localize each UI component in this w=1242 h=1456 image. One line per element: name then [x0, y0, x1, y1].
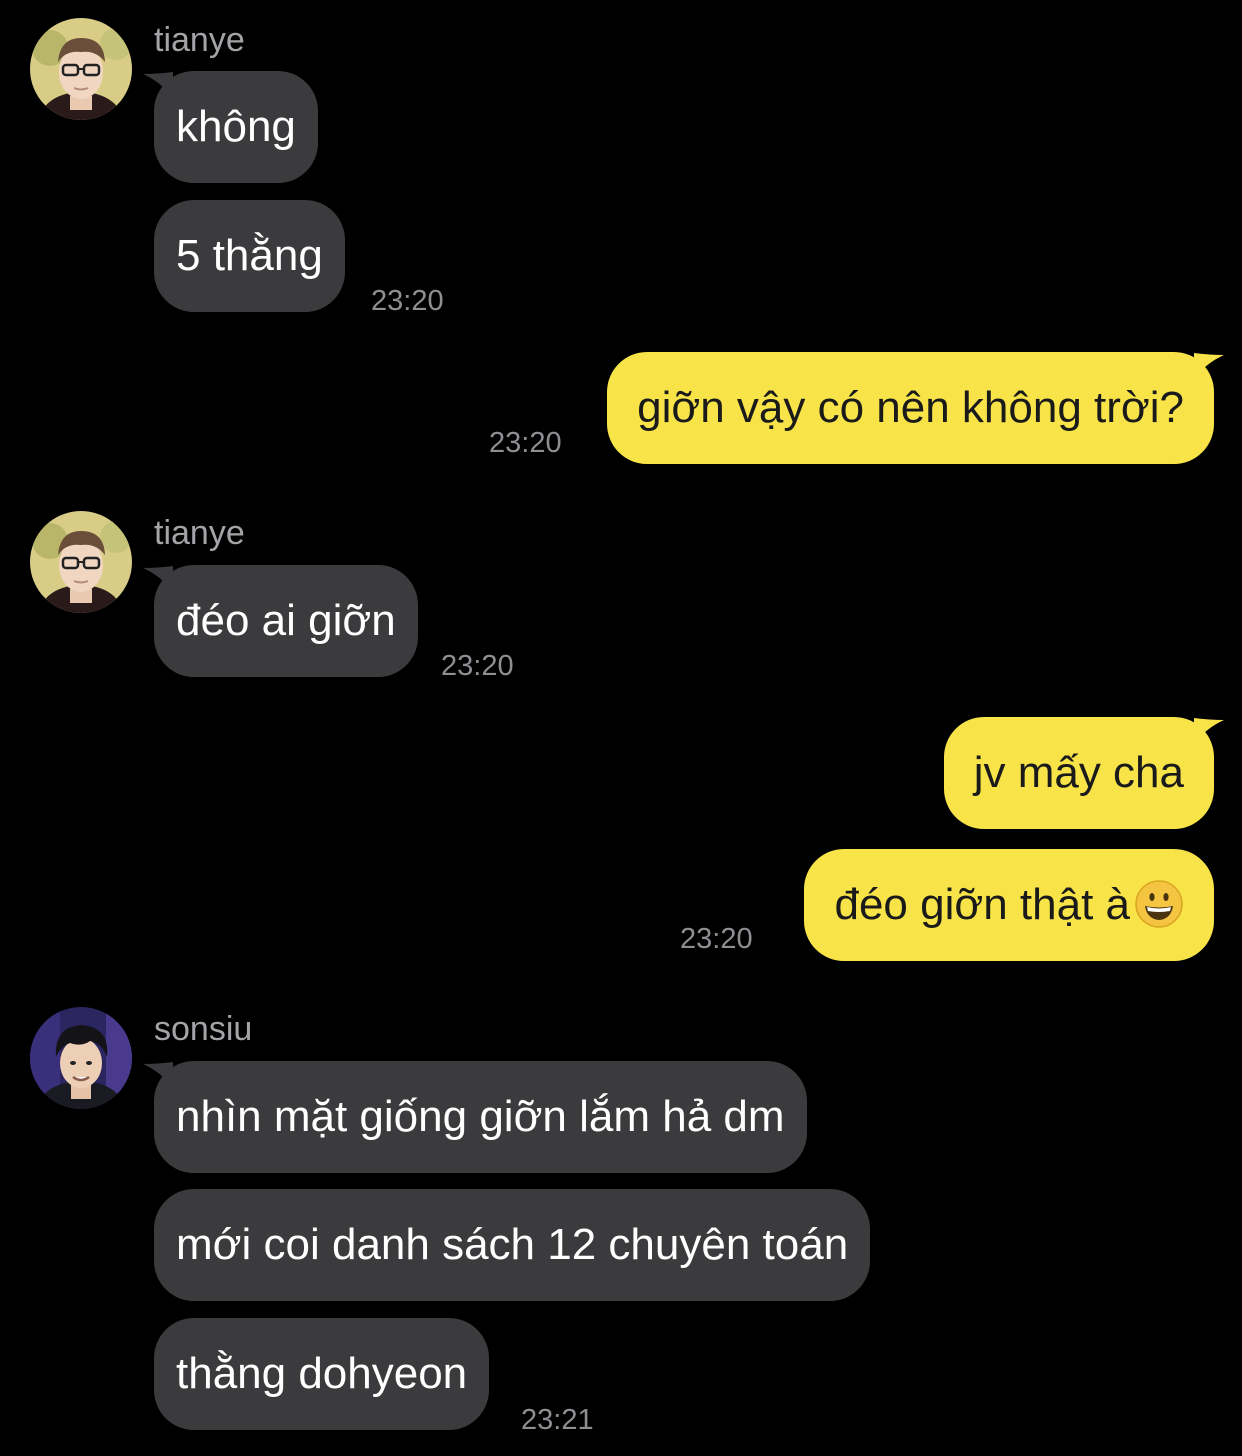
message-bubble[interactable]: đéo giỡn thật à: [804, 849, 1214, 961]
sender-name: tianye: [154, 21, 245, 59]
message-timestamp: 23:20: [489, 427, 562, 459]
bubble-tail: [1194, 353, 1224, 379]
message-bubble[interactable]: đéo ai giỡn: [154, 565, 418, 677]
message-text: đéo giỡn thật à: [834, 880, 1130, 929]
message-timestamp: 23:21: [521, 1404, 594, 1436]
bubble-tail: [1194, 718, 1224, 744]
avatar-sonsiu[interactable]: [30, 1007, 132, 1109]
message-bubble[interactable]: 5 thằng: [154, 200, 345, 312]
message-bubble[interactable]: không: [154, 71, 318, 183]
message-bubble[interactable]: giỡn vậy có nên không trời?: [607, 352, 1214, 464]
avatar-tianye[interactable]: [30, 511, 132, 613]
sender-name: tianye: [154, 514, 245, 552]
message-timestamp: 23:20: [680, 923, 753, 955]
message-timestamp: 23:20: [441, 650, 514, 682]
grinning-face-emoji: [1134, 879, 1184, 929]
message-bubble[interactable]: jv mấy cha: [943, 717, 1214, 829]
message-bubble[interactable]: nhìn mặt giống giỡn lắm hả dm: [154, 1061, 807, 1173]
message-timestamp: 23:20: [371, 285, 444, 317]
message-bubble[interactable]: mới coi danh sách 12 chuyên toán: [154, 1189, 871, 1301]
sender-name: sonsiu: [154, 1010, 253, 1048]
message-bubble[interactable]: thằng dohyeon: [154, 1318, 490, 1430]
avatar-tianye[interactable]: [30, 18, 132, 120]
